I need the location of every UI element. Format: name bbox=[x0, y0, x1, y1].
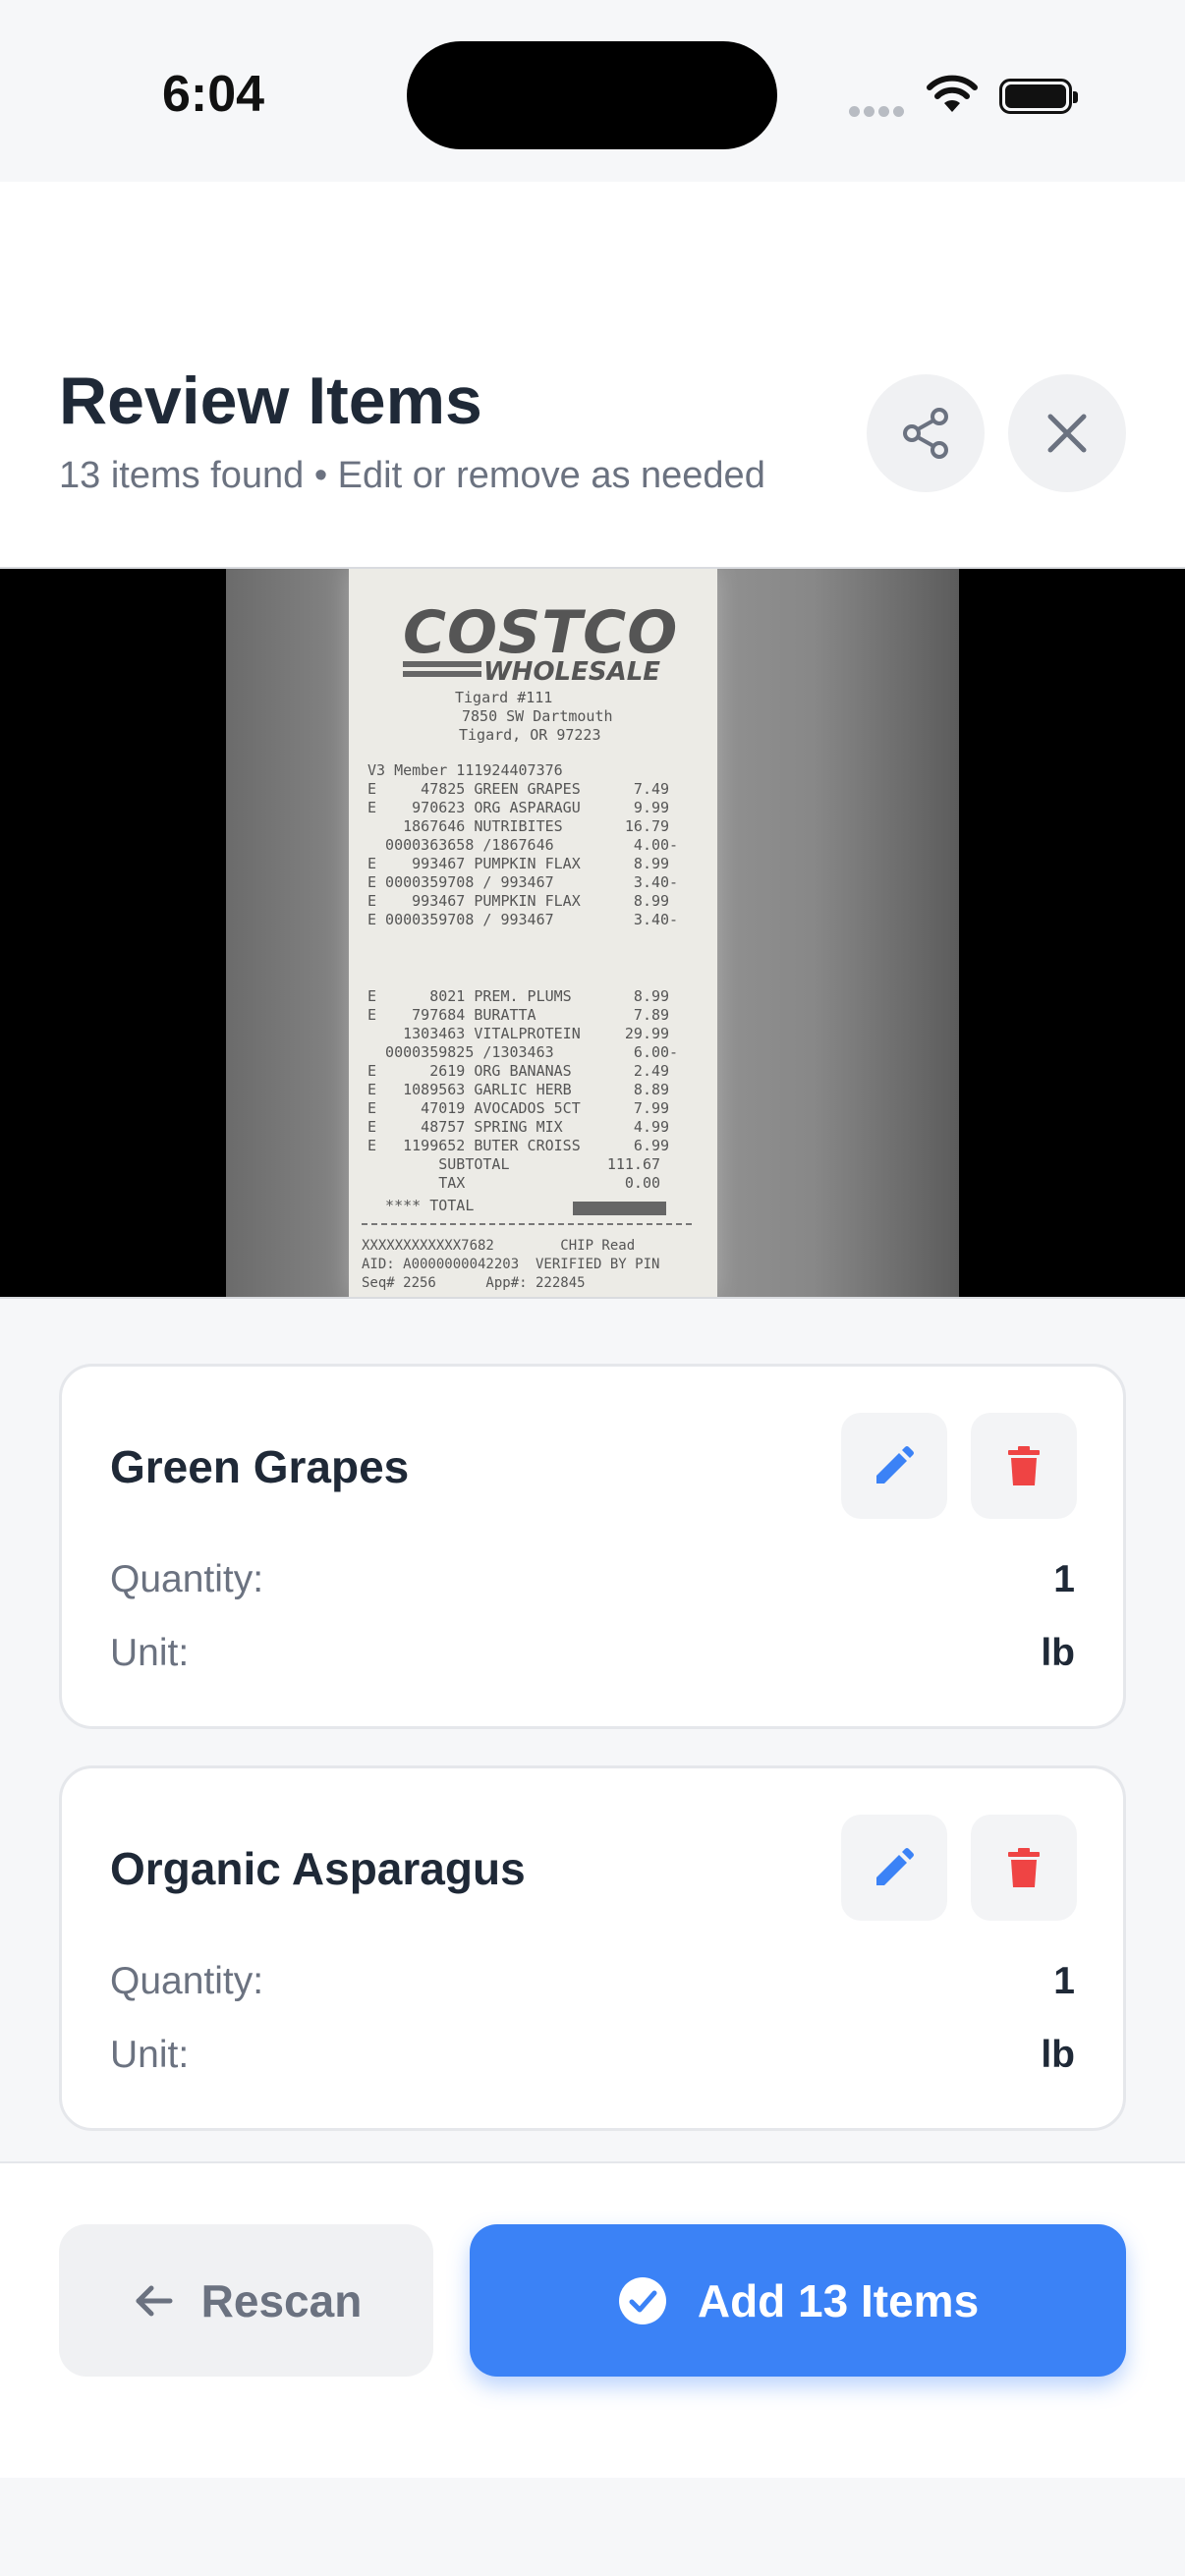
item-name: Green Grapes bbox=[110, 1441, 410, 1492]
edit-icon bbox=[876, 1848, 914, 1885]
trash-icon bbox=[1008, 1446, 1040, 1485]
wifi-icon bbox=[927, 75, 978, 112]
close-icon bbox=[1047, 414, 1087, 453]
page-title: Review Items bbox=[59, 364, 482, 438]
edit-item-button[interactable] bbox=[841, 1413, 947, 1519]
receipt-line: E 1199652 BUTER CROISS 6.99 bbox=[367, 1137, 670, 1154]
battery-icon bbox=[999, 79, 1078, 114]
receipt-line: SUBTOTAL 111.67 bbox=[367, 1155, 661, 1173]
receipt-line: E 8021 PREM. PLUMS 8.99 bbox=[367, 987, 670, 1005]
action-footer: Rescan Add 13 Items bbox=[0, 2161, 1185, 2478]
item-card: Organic Asparagus Quantity: 1 Unit: lb bbox=[59, 1765, 1126, 2131]
delete-item-button[interactable] bbox=[971, 1815, 1077, 1921]
unit-value: lb bbox=[1041, 2034, 1075, 2076]
receipt-line: **** TOTAL bbox=[367, 1197, 475, 1214]
edit-icon bbox=[876, 1446, 914, 1484]
receipt-line: E 970623 ORG ASPARAGU 9.99 bbox=[367, 799, 670, 816]
trash-icon bbox=[1008, 1848, 1040, 1887]
quantity-value: 1 bbox=[1053, 1960, 1075, 2002]
share-icon bbox=[903, 408, 948, 459]
cellular-signal-icon bbox=[849, 104, 908, 122]
unit-value: lb bbox=[1041, 1632, 1075, 1674]
receipt-line: Tigard #111 bbox=[455, 689, 553, 706]
receipt-line: E 993467 PUMPKIN FLAX 8.99 bbox=[367, 892, 670, 910]
item-name: Organic Asparagus bbox=[110, 1843, 526, 1894]
edit-item-button[interactable] bbox=[841, 1815, 947, 1921]
receipt-line: E 2619 ORG BANANAS 2.49 bbox=[367, 1062, 670, 1080]
unit-label: Unit: bbox=[110, 1632, 190, 1674]
status-time: 6:04 bbox=[162, 66, 265, 123]
share-button[interactable] bbox=[867, 374, 985, 492]
page-subtitle: 13 items found • Edit or remove as neede… bbox=[59, 455, 765, 496]
add-items-button[interactable]: Add 13 Items bbox=[470, 2224, 1126, 2377]
receipt-line: E 993467 PUMPKIN FLAX 8.99 bbox=[367, 855, 670, 872]
receipt-line: 0000363658 /1867646 4.00- bbox=[367, 836, 679, 854]
quantity-label: Quantity: bbox=[110, 1558, 264, 1600]
receipt-total-highlight bbox=[573, 1202, 666, 1215]
rescan-button[interactable]: Rescan bbox=[59, 2224, 433, 2377]
receipt-line: E 47019 AVOCADOS 5CT 7.99 bbox=[367, 1099, 670, 1117]
rescan-label: Rescan bbox=[200, 2274, 363, 2326]
receipt-line: 0000359825 /1303463 6.00- bbox=[367, 1043, 679, 1061]
delete-item-button[interactable] bbox=[971, 1413, 1077, 1519]
check-circle-icon bbox=[618, 2276, 666, 2324]
item-card: Green Grapes Quantity: 1 Unit: lb bbox=[59, 1364, 1126, 1729]
add-items-label: Add 13 Items bbox=[697, 2274, 980, 2326]
receipt-line: Tigard, OR 97223 bbox=[459, 726, 601, 744]
receipt-line: E 48757 SPRING MIX 4.99 bbox=[367, 1118, 670, 1136]
receipt-line: 7850 SW Dartmouth bbox=[462, 707, 613, 725]
receipt-line: TAX 0.00 bbox=[367, 1174, 661, 1192]
receipt-photo: COSTCO WHOLESALE Tigard #111 7850 SW Dar… bbox=[0, 567, 1185, 1299]
unit-label: Unit: bbox=[110, 2034, 190, 2076]
receipt-line: Seq# 2256 App#: 222845 bbox=[362, 1275, 586, 1291]
receipt-logo-sub: WHOLESALE bbox=[483, 657, 661, 687]
receipt-line: E 0000359708 / 993467 3.40- bbox=[367, 873, 679, 891]
quantity-value: 1 bbox=[1053, 1558, 1075, 1600]
receipt-line: E 47825 GREEN GRAPES 7.49 bbox=[367, 780, 670, 798]
receipt-line: XXXXXXXXXXXX7682 CHIP Read bbox=[362, 1238, 636, 1254]
arrow-left-icon bbox=[136, 2285, 173, 2316]
receipt-line: 1867646 NUTRIBITES 16.79 bbox=[367, 817, 670, 835]
review-header: Review Items 13 items found • Edit or re… bbox=[0, 182, 1185, 567]
dynamic-island bbox=[407, 41, 777, 149]
quantity-label: Quantity: bbox=[110, 1960, 264, 2002]
receipt-line: AID: A0000000042203 VERIFIED BY PIN bbox=[362, 1257, 660, 1272]
status-bar: 6:04 bbox=[0, 0, 1185, 182]
close-button[interactable] bbox=[1008, 374, 1126, 492]
receipt-line: E 0000359708 / 993467 3.40- bbox=[367, 911, 679, 928]
receipt-line: E 1089563 GARLIC HERB 8.89 bbox=[367, 1081, 670, 1098]
receipt-line: 1303463 VITALPROTEIN 29.99 bbox=[367, 1025, 670, 1042]
receipt-line: V3 Member 111924407376 bbox=[367, 761, 563, 779]
receipt-line: E 797684 BURATTA 7.89 bbox=[367, 1006, 670, 1024]
